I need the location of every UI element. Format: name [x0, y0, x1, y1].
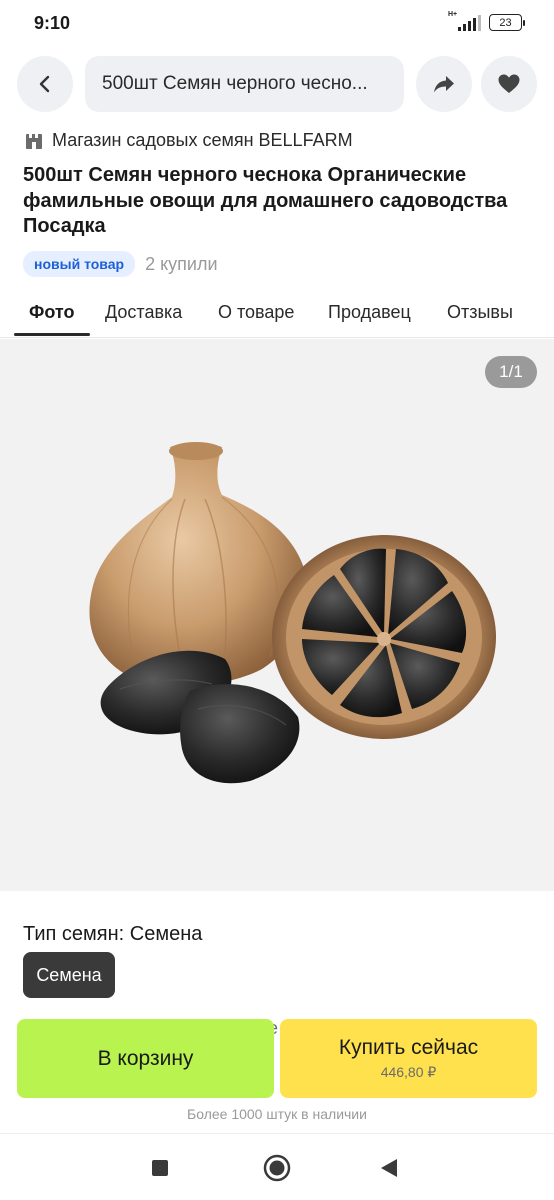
status-time: 9:10 [34, 13, 71, 33]
circle-home-icon [263, 1154, 291, 1182]
home-button[interactable] [262, 1153, 292, 1183]
status-indicators: H+ 23 [448, 11, 525, 31]
add-to-cart-label: В корзину [97, 1046, 194, 1070]
purchase-count: 2 купили [145, 253, 218, 274]
tab-indicator [14, 333, 90, 336]
store-icon [26, 133, 42, 149]
buy-now-price: 446,80 ₽ [380, 1064, 437, 1080]
signal-icon: H+ [448, 11, 481, 31]
recents-button[interactable] [150, 1158, 170, 1178]
system-nav-bar [0, 1133, 554, 1200]
product-title: 500шт Семян черного чеснока Органические… [23, 164, 508, 237]
share-icon [434, 76, 454, 93]
store-link[interactable]: Магазин садовых семян BELLFARM [24, 130, 353, 151]
seed-type-label: Тип семян: Семена [23, 923, 203, 945]
section-tabs: Фото Доставка О товаре Продавец Отзывы [0, 290, 554, 338]
store-name: Магазин садовых семян BELLFARM [52, 130, 353, 150]
tab-reviews[interactable]: Отзывы [447, 302, 513, 323]
add-to-cart-button[interactable]: В корзину [17, 1019, 274, 1098]
stock-info: Более 1000 штук в наличии [187, 1106, 367, 1122]
tab-about[interactable]: О товаре [218, 302, 294, 323]
product-meta: новый товар 2 купили [23, 251, 218, 277]
search-text: 500шт Семян черного чесно... [102, 73, 368, 94]
chevron-left-icon [39, 75, 50, 93]
favorite-button[interactable] [481, 56, 537, 112]
network-type: H+ [448, 10, 458, 18]
variant-option-seeds[interactable]: Семена [23, 952, 115, 998]
buy-now-label: Купить сейчас [338, 1036, 479, 1059]
back-nav-button[interactable] [378, 1157, 400, 1179]
triangle-back-icon [381, 1159, 397, 1177]
back-button[interactable] [17, 56, 73, 112]
product-photo [89, 442, 496, 784]
new-item-badge: новый товар [23, 251, 136, 277]
heart-icon [498, 74, 520, 93]
tab-seller[interactable]: Продавец [328, 302, 411, 323]
tab-delivery[interactable]: Доставка [105, 302, 182, 323]
buy-now-button[interactable]: Купить сейчас 446,80 ₽ [280, 1019, 537, 1098]
status-bar: 9:10 H+ 23 [0, 0, 554, 48]
square-recents-icon [152, 1160, 168, 1176]
image-counter: 1/1 [485, 356, 537, 388]
search-input[interactable]: 500шт Семян черного чесно... [85, 56, 404, 112]
battery-icon: 23 [489, 14, 525, 31]
tab-photo[interactable]: Фото [29, 302, 74, 323]
top-bar: 500шт Семян черного чесно... [0, 56, 554, 112]
share-button[interactable] [416, 56, 472, 112]
product-gallery[interactable]: 1/1 [0, 339, 554, 891]
